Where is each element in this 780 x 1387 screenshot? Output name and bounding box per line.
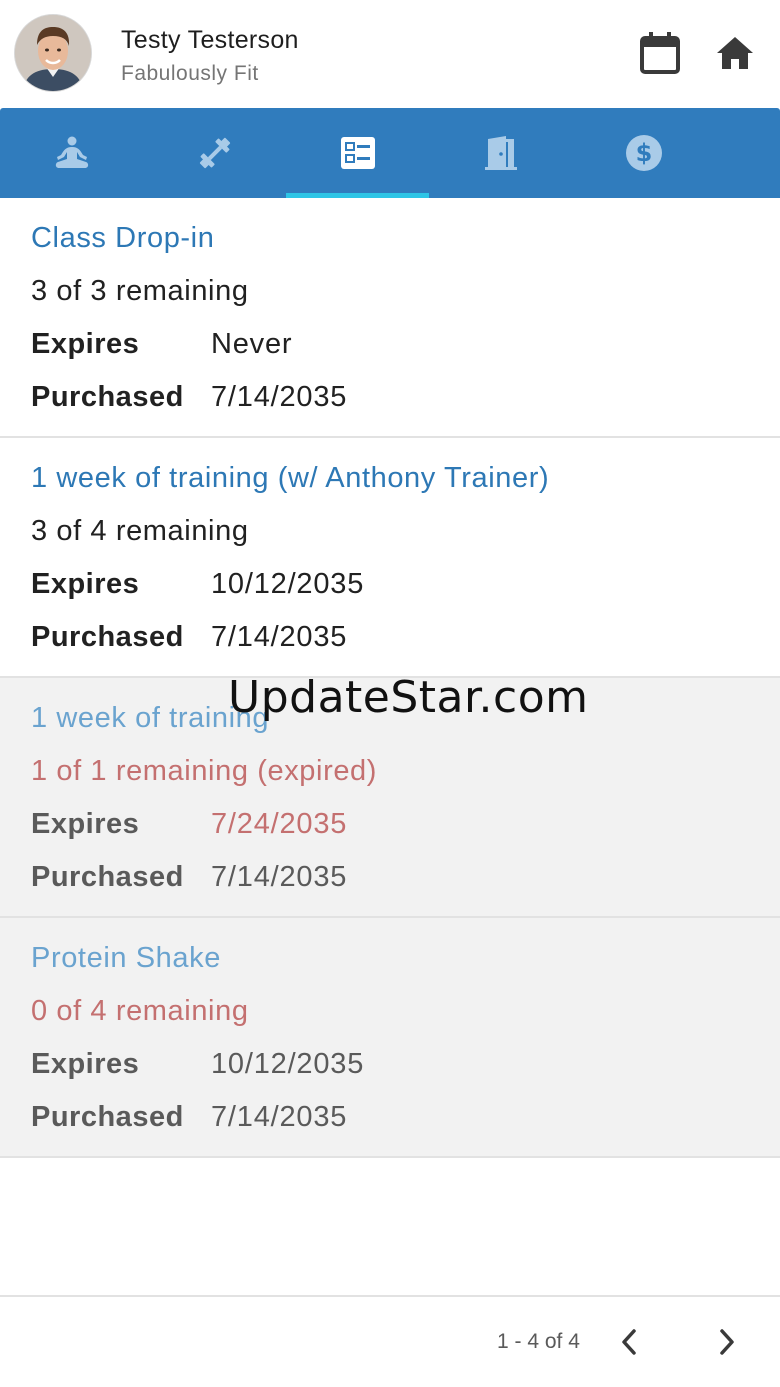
- dumbbell-icon: [199, 137, 230, 169]
- previous-page-button[interactable]: [607, 1317, 651, 1367]
- package-title: 1 week of training: [31, 702, 270, 734]
- expires-value: 10/12/2035: [211, 1048, 365, 1080]
- purchased-value: 7/14/2035: [211, 861, 348, 893]
- list-card-icon: [340, 137, 375, 169]
- package-card[interactable]: Class Drop-in 3 of 3 remaining Expires N…: [0, 198, 780, 438]
- expires-value: Never: [211, 328, 293, 360]
- pagination-range: 1 - 4 of 4: [497, 1330, 580, 1353]
- meditation-icon: [55, 136, 88, 168]
- package-title: Protein Shake: [31, 942, 221, 974]
- package-card-expired[interactable]: 1 week of training 1 of 1 remaining (exp…: [0, 678, 780, 918]
- expires-label: Expires: [31, 328, 140, 360]
- package-card-used-up[interactable]: Protein Shake 0 of 4 remaining Expires 1…: [0, 918, 780, 1158]
- dollar-circle-icon: $: [625, 135, 662, 171]
- package-card[interactable]: 1 week of training (w/ Anthony Trainer) …: [0, 438, 780, 678]
- chevron-left-icon: [622, 1329, 636, 1355]
- home-icon: [717, 37, 753, 69]
- calendar-button[interactable]: [636, 28, 684, 78]
- purchased-label: Purchased: [31, 621, 184, 653]
- package-title: Class Drop-in: [31, 222, 215, 254]
- next-page-button[interactable]: [705, 1317, 749, 1367]
- app-header: Testy Testerson Fabulously Fit: [0, 0, 780, 106]
- tab-bar: $: [0, 108, 780, 198]
- package-remaining: 3 of 4 remaining: [31, 515, 249, 547]
- tab-training[interactable]: [143, 108, 286, 198]
- package-remaining: 0 of 4 remaining: [31, 995, 249, 1027]
- package-list: Class Drop-in 3 of 3 remaining Expires N…: [0, 198, 780, 1158]
- chevron-right-icon: [720, 1329, 734, 1355]
- tab-billing[interactable]: $: [572, 108, 715, 198]
- package-remaining: 3 of 3 remaining: [31, 275, 249, 307]
- purchased-value: 7/14/2035: [211, 621, 348, 653]
- purchased-label: Purchased: [31, 381, 184, 413]
- package-title: 1 week of training (w/ Anthony Trainer): [31, 462, 550, 494]
- tab-check-in[interactable]: [429, 108, 572, 198]
- pagination-bar: 1 - 4 of 4: [0, 1295, 780, 1387]
- calendar-icon: [640, 32, 680, 74]
- expires-label: Expires: [31, 568, 140, 600]
- door-icon: [484, 136, 517, 170]
- purchased-value: 7/14/2035: [211, 1101, 348, 1133]
- purchased-label: Purchased: [31, 1101, 184, 1133]
- expires-value: 7/24/2035: [211, 808, 348, 840]
- tab-packages[interactable]: [286, 108, 429, 198]
- user-name: Testy Testerson: [121, 26, 299, 54]
- svg-text:$: $: [635, 139, 652, 167]
- tab-classes[interactable]: [0, 108, 143, 198]
- home-button[interactable]: [711, 28, 759, 78]
- avatar[interactable]: [15, 15, 91, 91]
- purchased-value: 7/14/2035: [211, 381, 348, 413]
- expires-label: Expires: [31, 808, 140, 840]
- expires-label: Expires: [31, 1048, 140, 1080]
- purchased-label: Purchased: [31, 861, 184, 893]
- expires-value: 10/12/2035: [211, 568, 365, 600]
- avatar-photo: [15, 15, 91, 91]
- package-remaining: 1 of 1 remaining (expired): [31, 755, 378, 787]
- studio-name: Fabulously Fit: [121, 62, 259, 85]
